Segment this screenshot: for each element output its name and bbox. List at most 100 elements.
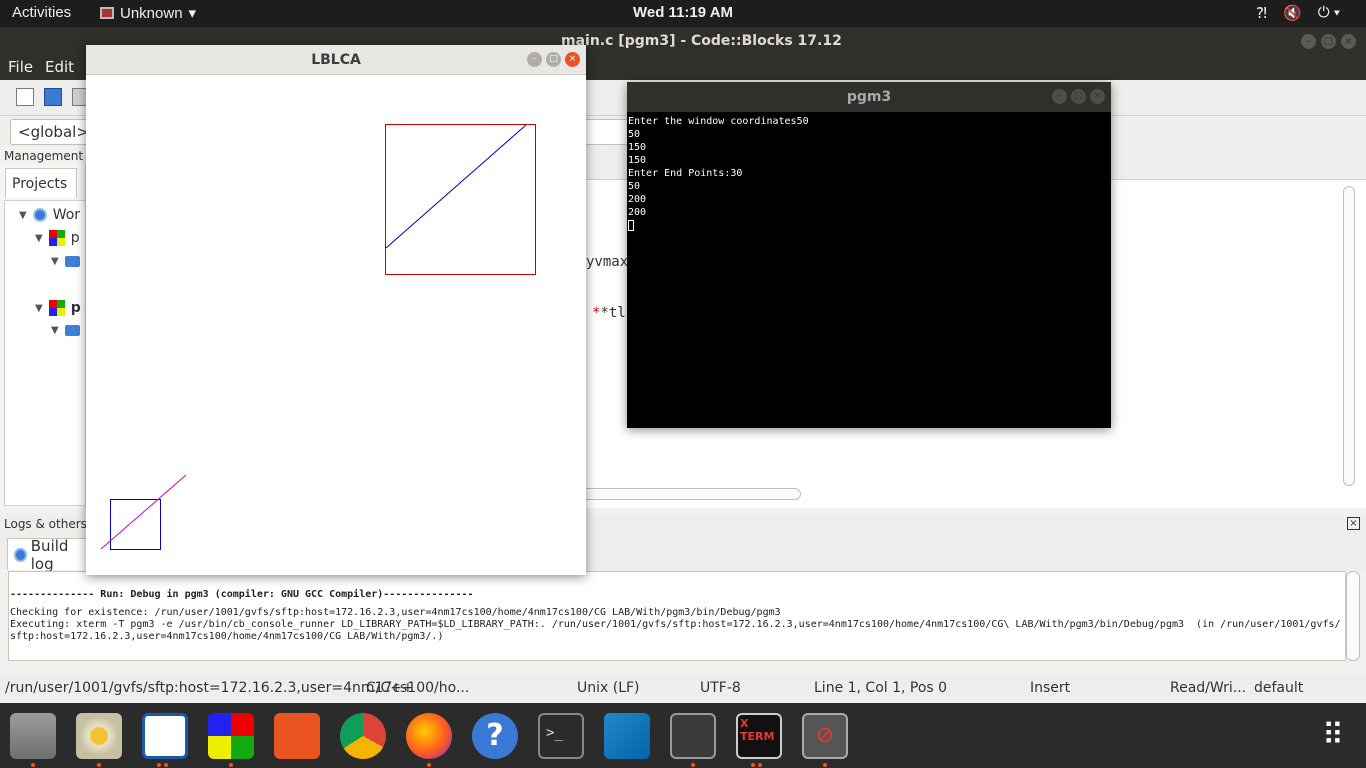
app-grid-icon[interactable]: ⠿ xyxy=(1310,713,1356,759)
terminal-cursor xyxy=(628,220,634,231)
open-folder-icon[interactable] xyxy=(44,88,62,106)
xterm-icon[interactable]: X TERM xyxy=(736,713,782,759)
window-title: main.c [pgm3] - Code::Blocks 17.12 xyxy=(561,33,842,49)
tree-item-label: Wor xyxy=(52,207,81,223)
log-line: Executing: xterm -T pgm3 -e /usr/bin/cb_… xyxy=(10,619,1341,630)
symbol-select[interactable] xyxy=(585,119,630,145)
pgm3-terminal-window[interactable]: pgm3 – □ × Enter the window coordinates5… xyxy=(627,82,1111,428)
dock: ? >_ X TERM ⊘ ⠿ xyxy=(0,703,1366,768)
workspace-icon xyxy=(32,208,47,222)
rhythmbox-icon[interactable] xyxy=(76,713,122,759)
maximize-button[interactable]: □ xyxy=(1321,34,1336,49)
system-monitor-icon[interactable] xyxy=(670,713,716,759)
close-button[interactable]: × xyxy=(565,52,580,67)
editor-vertical-scrollbar[interactable] xyxy=(1343,186,1355,486)
status-access: Read/Wri... xyxy=(1170,680,1247,696)
status-position: Line 1, Col 1, Pos 0 xyxy=(814,680,948,696)
project-icon xyxy=(48,230,65,246)
management-label: Management xyxy=(4,149,84,163)
app-icon xyxy=(100,7,114,19)
status-encoding: UTF-8 xyxy=(700,680,741,696)
tree-item-workspace[interactable]: ▼ Wor xyxy=(19,206,80,224)
codeblocks-icon[interactable] xyxy=(208,713,254,759)
drawing-canvas xyxy=(100,124,536,550)
tree-item-folder[interactable]: ▼ xyxy=(51,252,80,270)
terminal-line: 50 xyxy=(628,181,641,192)
folder-icon xyxy=(64,255,80,267)
network-icon: ⁈ xyxy=(1256,5,1267,22)
build-log-icon xyxy=(14,547,27,562)
pgm3-titlebar[interactable]: pgm3 xyxy=(627,82,1111,112)
maximize-button[interactable]: □ xyxy=(1071,89,1086,104)
close-icon[interactable]: × xyxy=(1347,517,1360,530)
help-icon[interactable]: ? xyxy=(472,713,518,759)
minimize-button[interactable]: – xyxy=(1301,34,1316,49)
management-panel: Projects ▼ Wor ▼ p ▼ ▼ p ▼ xyxy=(0,164,86,508)
app-menu[interactable]: Unknown ▾ xyxy=(100,4,196,22)
app-menu-label: Unknown xyxy=(120,4,183,22)
expand-arrow-icon: ▼ xyxy=(51,255,59,267)
maximize-button[interactable]: □ xyxy=(546,52,561,67)
chrome-icon[interactable] xyxy=(340,713,386,759)
folder-icon xyxy=(64,324,80,336)
expand-arrow-icon: ▼ xyxy=(35,232,43,244)
scope-select[interactable]: <global> xyxy=(10,119,90,145)
writer-icon[interactable] xyxy=(142,713,188,759)
power-icon: ⏻ ▾ xyxy=(1317,4,1341,21)
terminal-line: 50 xyxy=(628,129,641,140)
expand-arrow-icon: ▼ xyxy=(51,324,59,336)
lblca-titlebar[interactable]: LBLCA xyxy=(86,45,586,75)
tree-item-label: p xyxy=(70,230,80,246)
terminal-line: 200 xyxy=(628,207,647,218)
tab-label: Build log xyxy=(30,536,69,573)
tree-item-folder[interactable]: ▼ xyxy=(51,321,80,339)
menu-edit[interactable]: Edit xyxy=(45,58,74,76)
clip-window-original xyxy=(385,124,536,275)
close-button[interactable]: × xyxy=(1090,89,1105,104)
lblca-window[interactable]: LBLCA – □ × xyxy=(86,45,586,575)
status-bar: /run/user/1001/gvfs/sftp:host=172.16.2.3… xyxy=(0,676,1366,702)
status-mode: Insert xyxy=(1030,680,1071,696)
status-area[interactable]: ⁈ 🔇 ⏻ ▾ xyxy=(1256,4,1340,22)
window-title: pgm3 xyxy=(846,89,892,105)
gnome-top-bar: Activities Unknown ▾ Wed 11:19 AM ⁈ 🔇 ⏻ … xyxy=(0,0,1366,27)
minimize-button[interactable]: – xyxy=(1052,89,1067,104)
vscode-icon[interactable] xyxy=(604,713,650,759)
expand-arrow-icon: ▼ xyxy=(35,302,43,314)
expand-arrow-icon: ▼ xyxy=(19,209,27,221)
terminal-line: 150 xyxy=(628,142,647,153)
terminal-output[interactable]: Enter the window coordinates50 50 150 15… xyxy=(628,115,1108,232)
status-language: C/C++ xyxy=(366,680,414,696)
chevron-down-icon: ▾ xyxy=(188,5,197,22)
status-eol: Unix (LF) xyxy=(577,680,640,696)
line-viewport xyxy=(100,474,187,550)
terminal-icon[interactable]: >_ xyxy=(538,713,584,759)
new-file-icon[interactable] xyxy=(16,88,34,106)
files-icon[interactable] xyxy=(10,713,56,759)
activities-button[interactable]: Activities xyxy=(12,4,71,21)
project-icon xyxy=(48,300,65,316)
tree-item-project[interactable]: ▼ p xyxy=(35,299,81,317)
minimize-button[interactable]: – xyxy=(527,52,542,67)
log-line: sftp:host=172.16.2.3,user=4nm17cs100/hom… xyxy=(10,631,444,642)
log-line: -------------- Run: Debug in pgm3 (compi… xyxy=(10,589,474,600)
tab-projects[interactable]: Projects xyxy=(5,168,77,198)
logs-label: Logs & others xyxy=(4,517,87,531)
blocked-app-icon[interactable]: ⊘ xyxy=(802,713,848,759)
terminal-line: Enter the window coordinates50 xyxy=(628,116,809,127)
tree-item-label: p xyxy=(70,300,81,316)
close-button[interactable]: × xyxy=(1341,34,1356,49)
clip-window-viewport xyxy=(110,499,161,550)
volume-muted-icon: 🔇 xyxy=(1283,5,1302,22)
clock[interactable]: Wed 11:19 AM xyxy=(633,4,733,21)
log-vertical-scrollbar[interactable] xyxy=(1346,571,1360,661)
line-original xyxy=(385,124,527,249)
project-tree: ▼ Wor ▼ p ▼ ▼ p ▼ xyxy=(4,200,86,506)
tab-build-log[interactable]: Build log xyxy=(7,536,89,573)
tree-item-project[interactable]: ▼ p xyxy=(35,229,80,247)
terminal-line: Enter End Points:30 xyxy=(628,168,743,179)
firefox-icon[interactable] xyxy=(406,713,452,759)
build-log-output[interactable]: -------------- Run: Debug in pgm3 (compi… xyxy=(8,571,1346,661)
software-icon[interactable] xyxy=(274,713,320,759)
menu-file[interactable]: File xyxy=(8,58,33,76)
